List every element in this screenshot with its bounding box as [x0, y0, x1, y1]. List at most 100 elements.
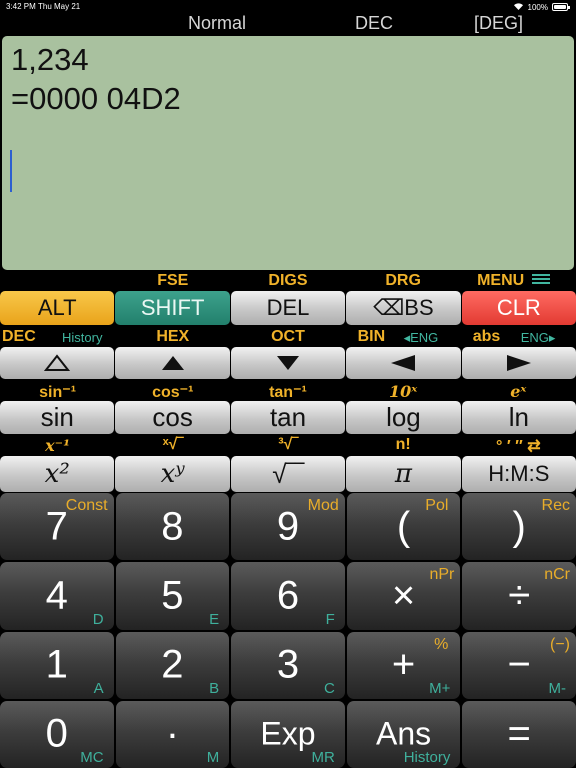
key-plus[interactable]: +% M+: [346, 631, 461, 699]
key-divide[interactable]: ÷ nCr: [462, 562, 576, 630]
sqrt-button[interactable]: √‾‾: [230, 456, 346, 492]
label-fse: FSE: [157, 272, 189, 289]
key-5[interactable]: 5E: [115, 562, 230, 630]
pi-button[interactable]: π: [346, 456, 461, 492]
clear-button[interactable]: CLR: [461, 291, 576, 325]
key-0-memory-label: MC: [80, 749, 104, 766]
key-multiply-alt-label: nPr: [429, 566, 455, 584]
triangle-up-outline-icon: [44, 354, 71, 371]
log-button[interactable]: log: [346, 401, 461, 434]
triangle-left-icon: [391, 355, 416, 371]
shift-labels-row1: FSE DIGS DRG MENU: [0, 272, 576, 290]
key-close-paren-alt-label: Rec: [541, 497, 570, 514]
status-date: Thu May 21: [38, 2, 81, 11]
main-keypad: 7 Const 8 9 Mod (Pol ) Rec 4D 5E 6F × nPr ÷ n…: [0, 493, 576, 768]
notation-mode[interactable]: Normal: [188, 13, 246, 34]
right-button[interactable]: [461, 347, 576, 379]
key-open-paren[interactable]: (Pol: [346, 493, 461, 561]
control-row: ALT SHIFT DEL ⌫BS CLR: [0, 291, 576, 325]
calculator-display[interactable]: 1,234 =0000 04D2: [2, 36, 574, 270]
label-ten-pow: 10ˣ: [389, 382, 418, 401]
angle-mode[interactable]: [DEG]: [474, 13, 523, 34]
key-7[interactable]: 7 Const: [0, 493, 114, 561]
key-ans-history-label: History: [403, 749, 451, 766]
label-factorial: n!: [395, 436, 411, 453]
triangle-right-icon: [506, 355, 531, 371]
label-eng-right: ENG▸: [520, 330, 556, 345]
label-drg: DRG: [385, 272, 421, 289]
key-plus-memory-label: M+: [429, 679, 451, 697]
key-multiply[interactable]: × nPr: [346, 562, 461, 630]
key-close-paren[interactable]: ) Rec: [462, 493, 576, 561]
label-arcsin: sin⁻¹: [39, 384, 77, 401]
cos-button[interactable]: cos: [115, 401, 230, 434]
down-button[interactable]: [230, 347, 346, 379]
key-ans[interactable]: Ans History: [346, 700, 461, 768]
key-divide-alt-label: nCr: [544, 566, 570, 584]
battery-percent: 100%: [527, 2, 548, 12]
key-minus[interactable]: − (−) M-: [462, 631, 576, 699]
hms-button[interactable]: H:M:S: [461, 456, 576, 492]
text-cursor: [10, 150, 12, 192]
label-oct: OCT: [271, 328, 305, 345]
key-0[interactable]: 0 MC: [0, 700, 114, 768]
label-eng-left: ◂ENG: [403, 330, 439, 345]
key-7-alt-label: Const: [65, 497, 108, 514]
key-3[interactable]: 3C: [231, 631, 345, 699]
label-hex: HEX: [156, 328, 190, 345]
key-4-hex-label: D: [92, 610, 104, 628]
square-button[interactable]: x²: [0, 456, 115, 492]
key-2-hex-label: B: [209, 679, 220, 697]
key-2[interactable]: 2B: [115, 631, 230, 699]
label-menu: MENU: [477, 272, 525, 290]
key-9-alt-label: Mod: [307, 497, 339, 514]
tan-button[interactable]: tan: [230, 401, 346, 434]
alt-button[interactable]: ALT: [0, 291, 115, 325]
left-button[interactable]: [346, 347, 461, 379]
key-exp-memory-label: MR: [311, 749, 335, 766]
key-5-hex-label: E: [209, 610, 220, 628]
key-equals[interactable]: =: [462, 700, 576, 768]
key-exp[interactable]: Exp MR: [231, 700, 345, 768]
sin-button[interactable]: sin: [0, 401, 115, 434]
up-outline-button[interactable]: [0, 347, 115, 379]
base-mode[interactable]: DEC: [355, 13, 393, 34]
arrow-row: [0, 347, 576, 379]
triangle-up-icon: [161, 356, 184, 370]
key-decimal[interactable]: · M: [115, 700, 230, 768]
ln-button[interactable]: ln: [461, 401, 576, 434]
key-open-paren-alt-label: Pol: [425, 497, 449, 514]
key-1[interactable]: 1A: [0, 631, 114, 699]
key-minus-memory-label: M-: [548, 679, 566, 697]
label-digs: DIGS: [268, 272, 308, 289]
key-3-hex-label: C: [323, 679, 335, 697]
status-time: 3:42 PM: [6, 2, 36, 11]
shift-button[interactable]: SHIFT: [115, 291, 230, 325]
key-6-hex-label: F: [325, 610, 335, 628]
result-value: =0000 04D2: [11, 81, 181, 116]
key-9[interactable]: 9 Mod: [231, 493, 345, 561]
trig-row: sin cos tan log ln: [0, 401, 576, 434]
key-1-hex-label: A: [93, 679, 104, 697]
key-4[interactable]: 4D: [0, 562, 114, 630]
key-minus-alt-label: (−): [549, 635, 570, 653]
label-reciprocal: x⁻¹: [45, 436, 71, 455]
key-plus-alt-label: %: [434, 635, 449, 653]
shift-labels-row2: DEC History HEX OCT BIN ◂ENG abs ENG▸: [0, 328, 576, 346]
shift-labels-row4: x⁻¹ ˣ√‾ ³√‾ n! ° ′ ″ ⇄: [0, 436, 576, 455]
label-exp: eˣ: [510, 382, 527, 401]
mode-indicators: Normal DEC [DEG]: [0, 12, 576, 34]
input-expression: 1,234: [11, 42, 89, 77]
power-button[interactable]: xʸ: [115, 456, 230, 492]
status-right: 100%: [513, 2, 570, 12]
del-button[interactable]: DEL: [230, 291, 346, 325]
label-cuberoot: ³√‾: [278, 436, 298, 453]
key-6[interactable]: 6F: [231, 562, 345, 630]
label-xroot: ˣ√‾: [162, 436, 183, 453]
backspace-button[interactable]: ⌫BS: [346, 291, 461, 325]
label-dms: ° ′ ″ ⇄: [496, 438, 541, 455]
up-button[interactable]: [115, 347, 230, 379]
key-8[interactable]: 8: [115, 493, 230, 561]
shift-labels-row3: sin⁻¹ cos⁻¹ tan⁻¹ 10ˣ eˣ: [0, 382, 576, 401]
triangle-down-icon: [277, 356, 300, 370]
